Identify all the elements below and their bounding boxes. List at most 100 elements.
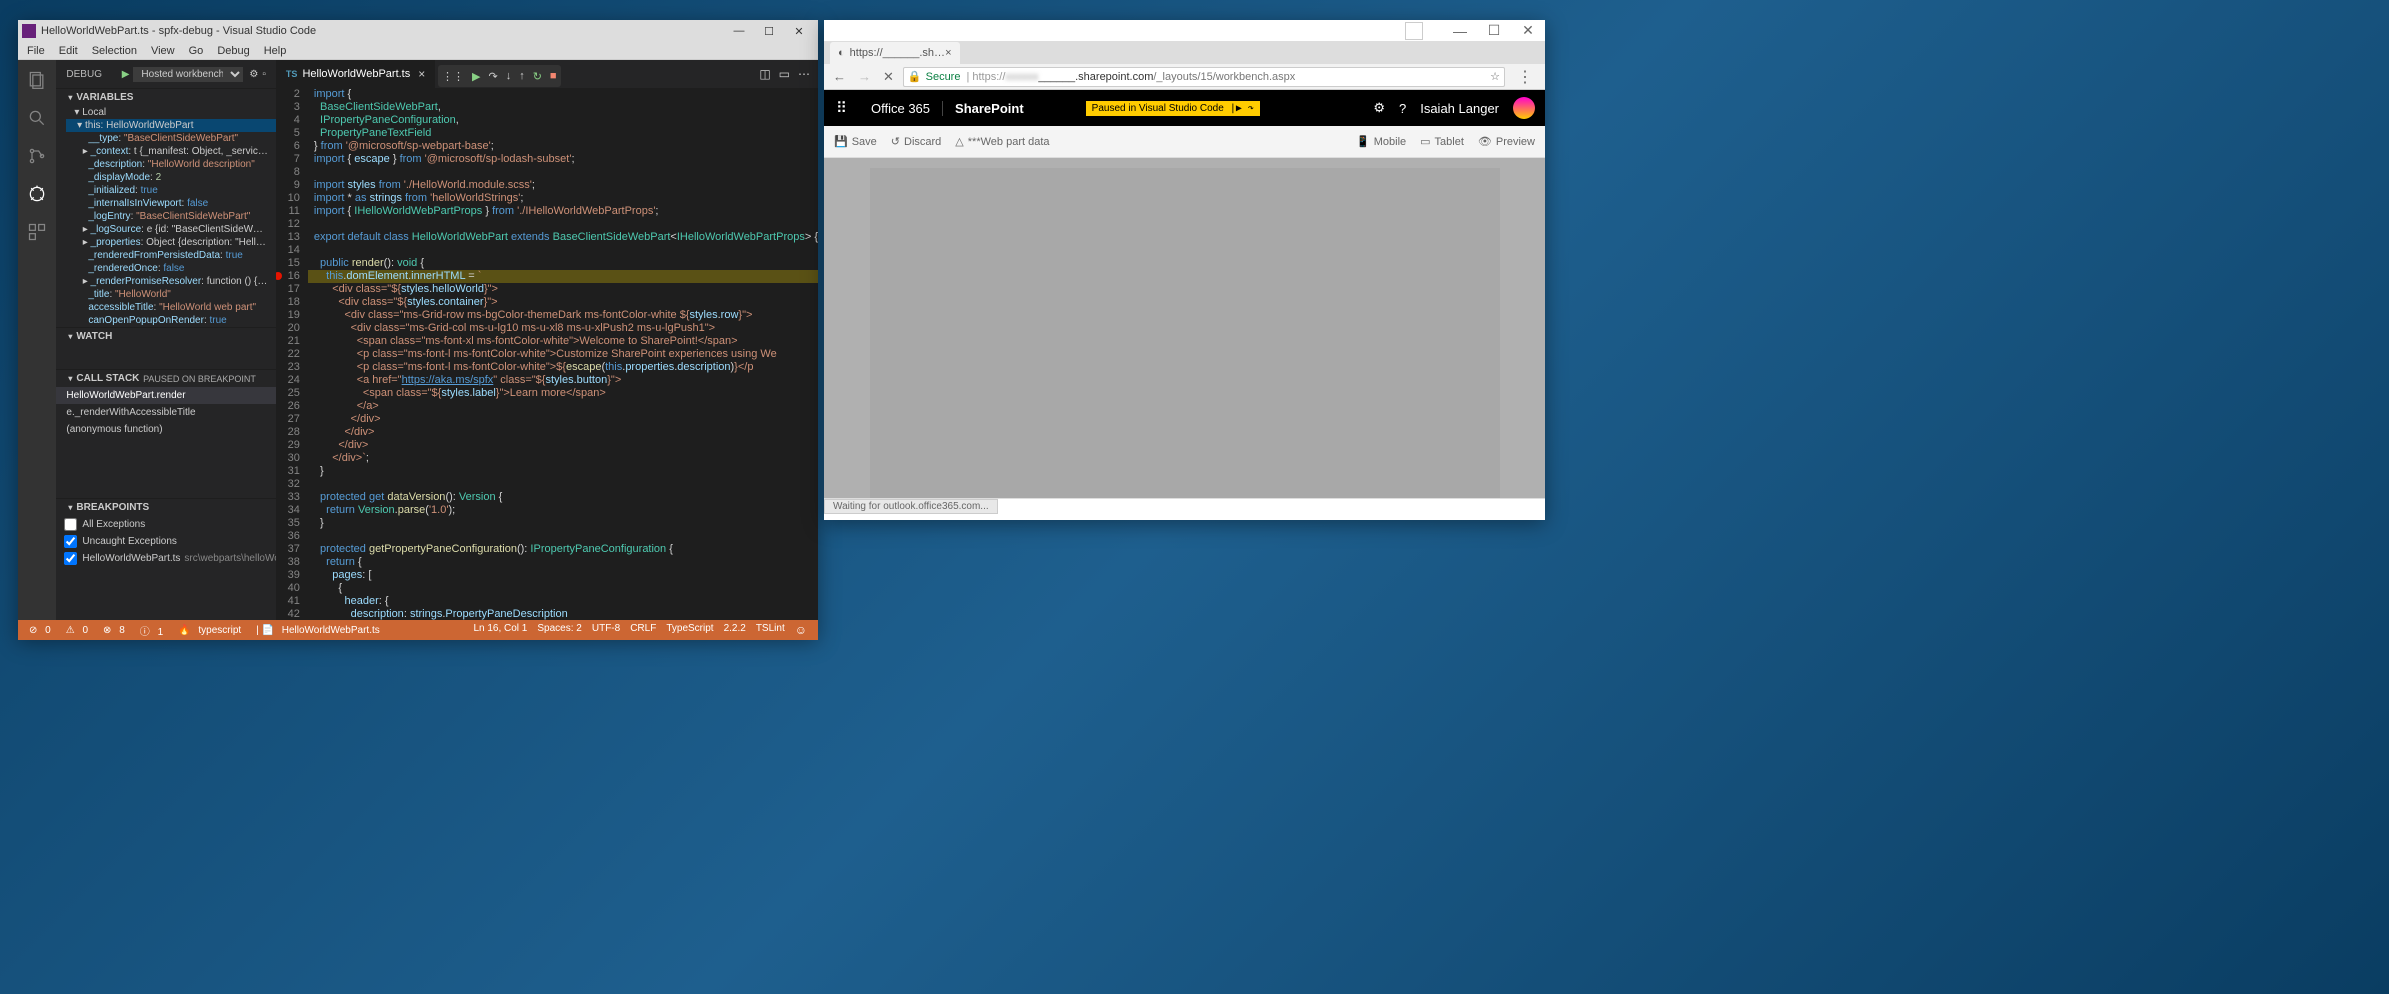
launch-config-select[interactable]: Hosted workbench: [133, 67, 243, 82]
discard-button[interactable]: ↺ Discard: [891, 135, 942, 148]
step-over-button[interactable]: ↷: [488, 70, 497, 83]
variables-local[interactable]: ▾ Local: [66, 106, 276, 119]
stack-frame-0[interactable]: HelloWorldWebPart.render: [56, 387, 276, 404]
stop-button[interactable]: ■: [550, 70, 557, 82]
help-icon[interactable]: ?: [1399, 101, 1406, 116]
watch-header[interactable]: Watch: [56, 328, 276, 345]
minimize-button[interactable]: —: [724, 25, 754, 37]
variable-row[interactable]: ▸ _logSource: e {id: "BaseClientSideWebP…: [66, 223, 276, 236]
save-button[interactable]: 💾 Save: [834, 135, 877, 148]
variable-row[interactable]: _description: "HelloWorld description": [66, 158, 276, 171]
settings-icon[interactable]: ⚙: [1373, 100, 1385, 116]
back-button[interactable]: ←: [830, 69, 849, 84]
br-minimize-button[interactable]: —: [1443, 23, 1477, 39]
debug-toolbar[interactable]: ⋮⋮ ▶ ↷ ↓ ↑ ↻ ■: [438, 65, 561, 87]
debug-settings-icon[interactable]: ⚙: [249, 69, 258, 80]
app-launcher-icon[interactable]: ⠿: [824, 99, 859, 117]
bp-all-exceptions[interactable]: All Exceptions: [56, 516, 276, 533]
status-info[interactable]: ⓘ 1: [135, 623, 173, 638]
source-control-icon[interactable]: [25, 144, 49, 168]
status-errors[interactable]: ⊘ 0: [24, 625, 61, 636]
mobile-button[interactable]: 📱 Mobile: [1356, 135, 1406, 148]
tablet-button[interactable]: ▭ Tablet: [1420, 135, 1464, 148]
menu-go[interactable]: Go: [182, 45, 211, 57]
variable-row[interactable]: ▸ _context: t {_manifest: Object, _servi…: [66, 145, 276, 158]
status-warnings[interactable]: ⚠ 0: [61, 625, 98, 636]
variable-row[interactable]: _renderedFromPersistedData: true: [66, 249, 276, 262]
status-lang[interactable]: 🔥 typescript: [173, 625, 251, 636]
office365-label[interactable]: Office 365: [859, 101, 943, 116]
bp-file[interactable]: HelloWorldWebPart.tssrc\webparts\helloWo…: [56, 550, 276, 567]
start-debug-button[interactable]: ▶: [122, 69, 130, 80]
status-encoding[interactable]: UTF-8: [587, 623, 625, 637]
editor-tab[interactable]: TS HelloWorldWebPart.ts ×: [276, 60, 436, 88]
variable-row[interactable]: _logEntry: "BaseClientSideWebPart": [66, 210, 276, 223]
variable-row[interactable]: ▸ _properties: Object {description: "Hel…: [66, 236, 276, 249]
step-into-button[interactable]: ↓: [506, 70, 512, 82]
stack-frame-2[interactable]: (anonymous function): [56, 421, 276, 438]
status-version[interactable]: 2.2.2: [719, 623, 751, 637]
more-actions-icon[interactable]: ⋯: [798, 67, 810, 81]
sharepoint-label[interactable]: SharePoint: [943, 101, 1036, 116]
extensions-icon[interactable]: [25, 220, 49, 244]
br-close-button[interactable]: ✕: [1511, 22, 1545, 39]
editor-layout-icon[interactable]: ▭: [779, 67, 790, 81]
continue-button[interactable]: ▶: [472, 70, 480, 83]
variable-row[interactable]: ▸ _renderPromiseResolver: function () { …: [66, 275, 276, 288]
status-eol[interactable]: CRLF: [625, 623, 661, 637]
variable-row[interactable]: accessibleTitle: "HelloWorld web part": [66, 301, 276, 314]
webpart-data-button[interactable]: △ ***Web part data: [955, 135, 1049, 148]
variables-this[interactable]: ▾ this: HelloWorldWebPart: [66, 119, 276, 132]
explorer-icon[interactable]: [25, 68, 49, 92]
forward-button[interactable]: →: [855, 69, 874, 84]
close-button[interactable]: ✕: [784, 25, 814, 38]
menu-help[interactable]: Help: [257, 45, 294, 57]
status-spaces[interactable]: Spaces: 2: [532, 623, 586, 637]
variable-row[interactable]: __type: "BaseClientSideWebPart": [66, 132, 276, 145]
debug-console-icon[interactable]: ▫: [262, 69, 266, 80]
variable-row[interactable]: _initialized: true: [66, 184, 276, 197]
menu-edit[interactable]: Edit: [52, 45, 85, 57]
br-maximize-button[interactable]: ☐: [1477, 22, 1511, 39]
status-mode[interactable]: TypeScript: [661, 623, 718, 637]
stop-button[interactable]: ✕: [880, 69, 897, 85]
restart-button[interactable]: ↻: [533, 70, 542, 83]
variable-row[interactable]: _title: "HelloWorld": [66, 288, 276, 301]
avatar[interactable]: [1513, 97, 1535, 119]
menu-selection[interactable]: Selection: [85, 45, 144, 57]
status-file[interactable]: | 📄 HelloWorldWebPart.ts: [251, 625, 390, 636]
tab-close-icon[interactable]: ×: [418, 67, 425, 81]
status-tslint[interactable]: TSLint: [751, 623, 790, 637]
workbench-canvas[interactable]: [870, 168, 1500, 498]
browser-tab[interactable]: ◐ https://______.sh… ×: [830, 42, 960, 64]
tab-close-icon[interactable]: ×: [945, 47, 951, 59]
feedback-icon[interactable]: ☺: [790, 623, 812, 637]
user-name[interactable]: Isaiah Langer: [1420, 101, 1499, 116]
variable-row[interactable]: _renderedOnce: false: [66, 262, 276, 275]
menu-file[interactable]: File: [20, 45, 52, 57]
bookmark-icon[interactable]: ☆: [1490, 70, 1500, 83]
breakpoints-header[interactable]: Breakpoints: [56, 499, 276, 516]
drag-handle-icon[interactable]: ⋮⋮: [442, 70, 464, 83]
variable-row[interactable]: canOpenPopupOnRender: true: [66, 314, 276, 327]
chrome-menu-icon[interactable]: ⋮: [1511, 67, 1539, 87]
variables-header[interactable]: Variables: [56, 89, 276, 106]
callstack-header[interactable]: Call StackPaused on breakpoint: [56, 370, 276, 387]
variable-row[interactable]: _displayMode: 2: [66, 171, 276, 184]
code-area[interactable]: 2345678910111213141516171819202122232425…: [276, 88, 818, 620]
status-position[interactable]: Ln 16, Col 1: [468, 623, 532, 637]
stack-frame-1[interactable]: e._renderWithAccessibleTitle: [56, 404, 276, 421]
url-input[interactable]: 🔒 Secure | https://xxxxxx______.sharepoi…: [903, 67, 1505, 87]
status-errors2[interactable]: ⊗ 8: [98, 625, 135, 636]
variable-row[interactable]: _internalIsInViewport: false: [66, 197, 276, 210]
step-out-button[interactable]: ↑: [519, 70, 525, 82]
menu-debug[interactable]: Debug: [210, 45, 256, 57]
menu-view[interactable]: View: [144, 45, 182, 57]
debug-icon[interactable]: [25, 182, 49, 206]
preview-button[interactable]: 👁 Preview: [1478, 135, 1535, 148]
chrome-profile-icon[interactable]: [1405, 22, 1423, 40]
split-editor-icon[interactable]: ◫: [759, 67, 770, 81]
bp-uncaught-exceptions[interactable]: Uncaught Exceptions: [56, 533, 276, 550]
search-icon[interactable]: [25, 106, 49, 130]
maximize-button[interactable]: ☐: [754, 25, 784, 38]
